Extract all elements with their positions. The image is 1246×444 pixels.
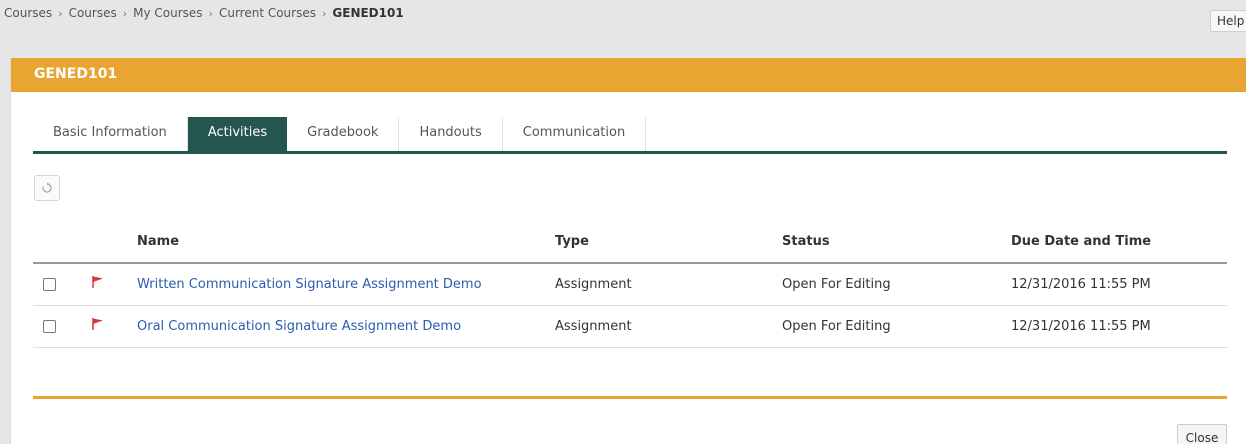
table-row: Oral Communication Signature Assignment … bbox=[33, 306, 1227, 348]
course-panel: GENED101 Basic Information Activities Gr… bbox=[10, 58, 1246, 444]
breadcrumb-separator: › bbox=[122, 6, 128, 20]
activity-status: Open For Editing bbox=[782, 277, 891, 292]
activity-status: Open For Editing bbox=[782, 319, 891, 334]
column-header-due-date[interactable]: Due Date and Time bbox=[1011, 234, 1151, 249]
table-header: Name Type Status Due Date and Time bbox=[33, 226, 1227, 264]
tab-communication[interactable]: Communication bbox=[503, 117, 647, 151]
column-header-status[interactable]: Status bbox=[782, 234, 830, 249]
activity-type: Assignment bbox=[555, 277, 632, 292]
breadcrumb-item[interactable]: My Courses bbox=[133, 6, 202, 20]
activities-table: Name Type Status Due Date and Time Writt… bbox=[33, 226, 1227, 348]
tab-bar: Basic Information Activities Gradebook H… bbox=[33, 117, 647, 151]
breadcrumb-item[interactable]: Courses bbox=[69, 6, 117, 20]
row-checkbox[interactable] bbox=[43, 278, 56, 291]
tab-activities[interactable]: Activities bbox=[187, 117, 288, 151]
activity-link[interactable]: Written Communication Signature Assignme… bbox=[137, 277, 482, 292]
column-header-name[interactable]: Name bbox=[137, 234, 179, 249]
breadcrumb-current: GENED101 bbox=[332, 6, 404, 20]
flag-icon bbox=[92, 318, 103, 330]
breadcrumb-separator: › bbox=[321, 6, 327, 20]
row-checkbox[interactable] bbox=[43, 320, 56, 333]
activity-due-date: 12/31/2016 11:55 PM bbox=[1011, 319, 1151, 334]
help-button[interactable]: Help bbox=[1210, 10, 1246, 32]
top-bar: Courses › Courses › My Courses › Current… bbox=[0, 0, 1246, 58]
breadcrumb-separator: › bbox=[58, 6, 63, 20]
footer-divider bbox=[33, 396, 1227, 399]
refresh-icon bbox=[42, 182, 52, 193]
breadcrumb-item[interactable]: Current Courses bbox=[219, 6, 316, 20]
tab-basic-information[interactable]: Basic Information bbox=[33, 117, 188, 151]
activity-type: Assignment bbox=[555, 319, 632, 334]
tab-underline bbox=[33, 151, 1227, 154]
refresh-button[interactable] bbox=[34, 175, 60, 201]
flag-icon bbox=[92, 276, 103, 288]
activity-due-date: 12/31/2016 11:55 PM bbox=[1011, 277, 1151, 292]
breadcrumb-separator: › bbox=[208, 6, 213, 20]
breadcrumb: Courses › Courses › My Courses › Current… bbox=[4, 6, 404, 20]
close-button[interactable]: Close bbox=[1177, 424, 1227, 444]
table-row: Written Communication Signature Assignme… bbox=[33, 264, 1227, 306]
breadcrumb-item[interactable]: Courses bbox=[4, 6, 52, 20]
tab-handouts[interactable]: Handouts bbox=[399, 117, 503, 151]
activity-link[interactable]: Oral Communication Signature Assignment … bbox=[137, 319, 461, 334]
tab-gradebook[interactable]: Gradebook bbox=[287, 117, 400, 151]
panel-title: GENED101 bbox=[11, 58, 1246, 92]
column-header-type[interactable]: Type bbox=[555, 234, 589, 249]
